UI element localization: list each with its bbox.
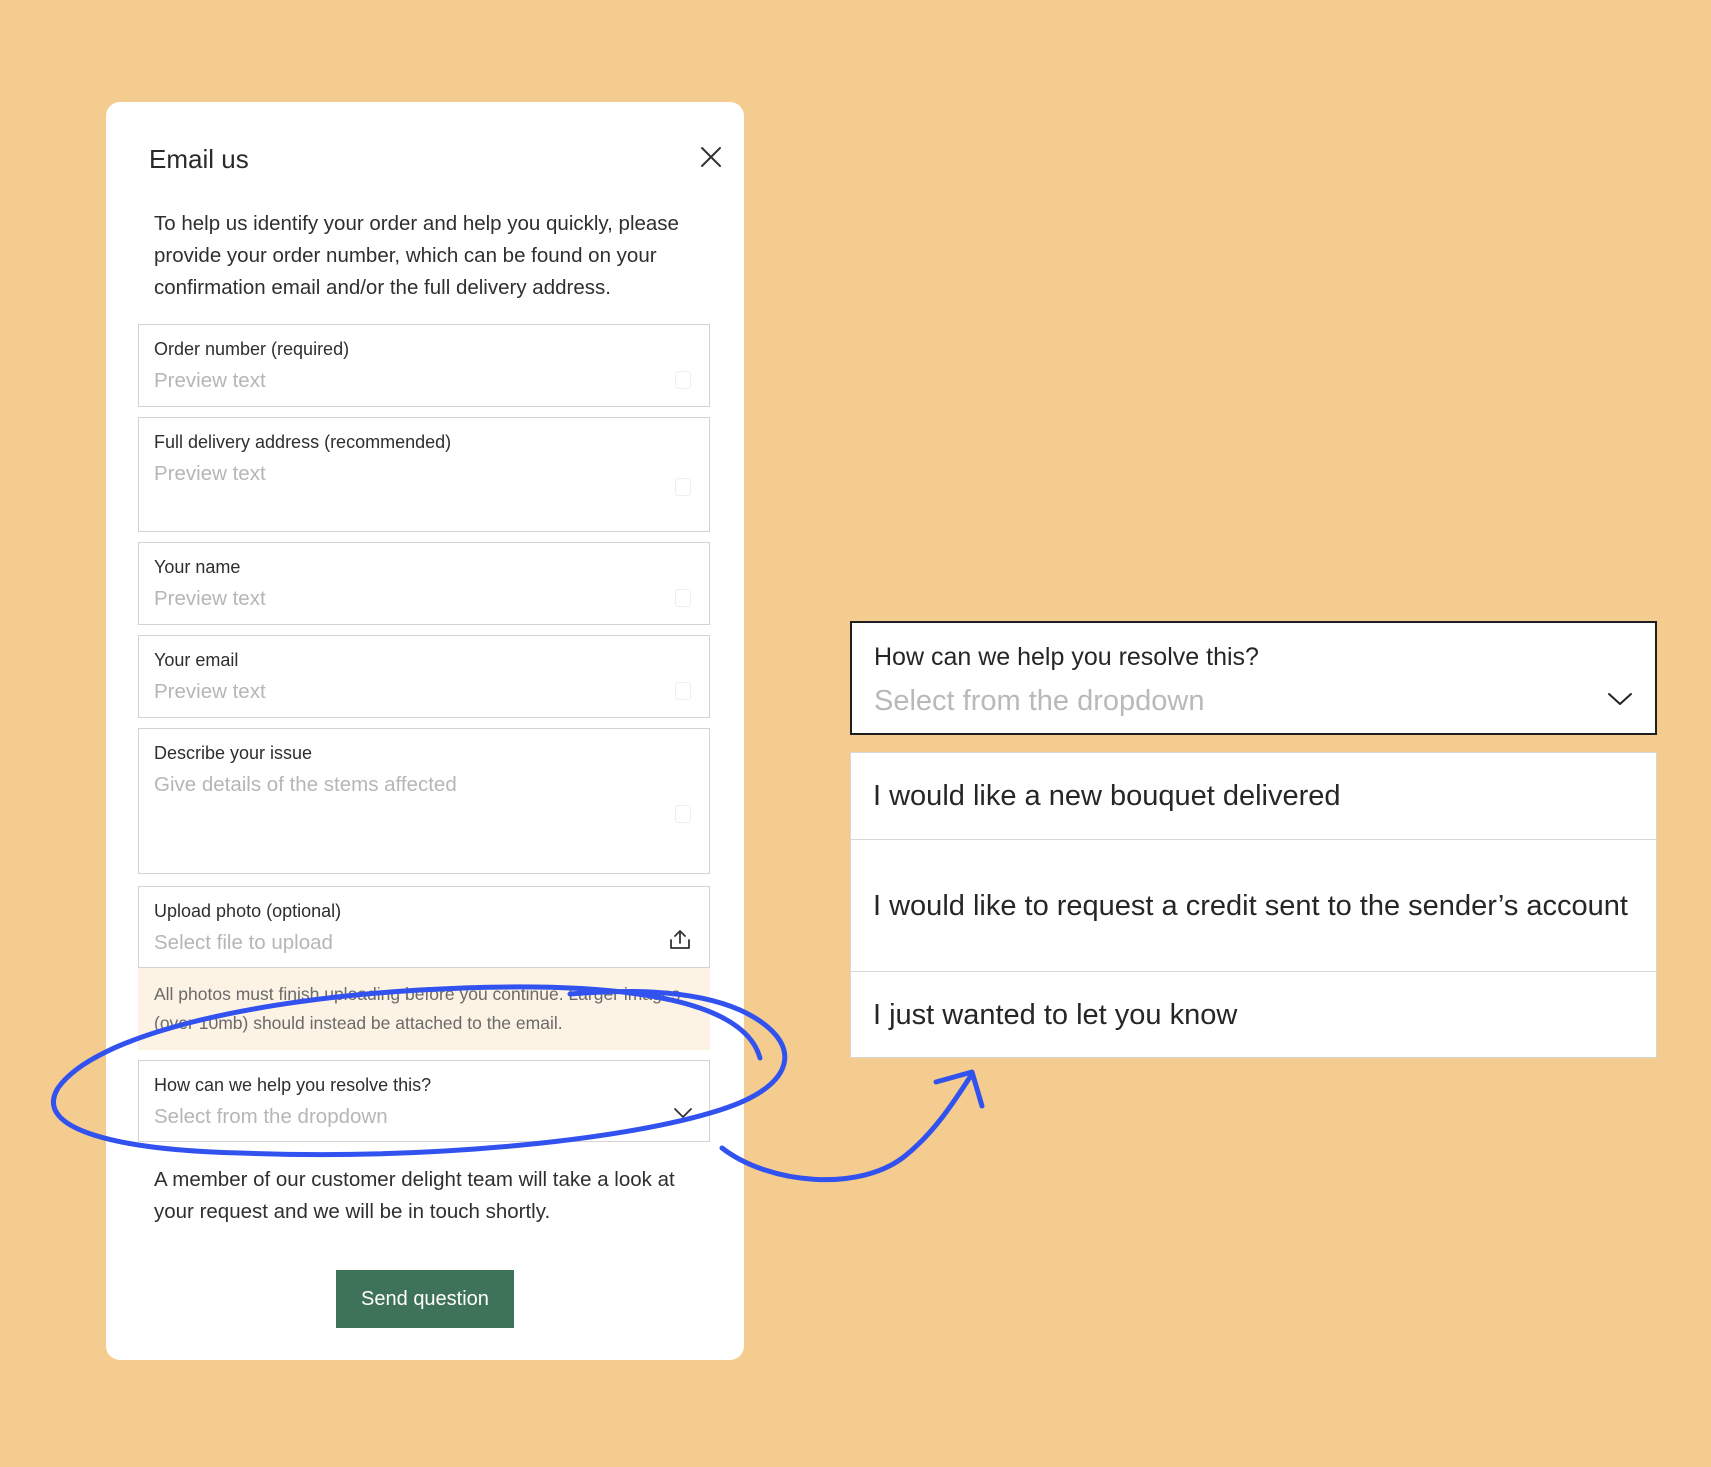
upload-placeholder: Select file to upload [154,931,333,954]
modal-title: Email us [149,144,249,174]
resolve-label: How can we help you resolve this? [154,1075,432,1095]
annotation-arrow [719,1071,975,1183]
close-icon [701,147,721,167]
dropdown-option-new-bouquet[interactable]: I would like a new bouquet delivered [851,753,1656,839]
upload-icon[interactable] [667,927,693,953]
upload-notice: All photos must finish uploading before … [138,968,710,1050]
chevron-down-icon [674,1108,692,1118]
autofill-icon [675,478,691,496]
dropdown-options-list: I would like a new bouquet delivered I w… [850,752,1657,1058]
expanded-resolve-select[interactable]: How can we help you resolve this? Select… [850,621,1657,735]
autofill-icon [675,371,691,389]
order-number-field[interactable]: Order number (required) Preview text [138,324,710,407]
upload-label: Upload photo (optional) [154,901,342,921]
delivery-address-label: Full delivery address (recommended) [154,432,452,452]
issue-placeholder: Give details of the stems affected [154,773,457,796]
autofill-icon [675,589,691,607]
send-question-button[interactable]: Send question [336,1270,514,1328]
order-number-label: Order number (required) [154,339,350,359]
annotation-arrowhead [933,1069,985,1109]
delivery-address-placeholder: Preview text [154,462,266,485]
footer-text: A member of our customer delight team wi… [154,1168,675,1223]
chevron-down-icon [1608,693,1632,705]
close-button[interactable] [696,142,726,172]
order-number-placeholder: Preview text [154,369,266,392]
resolve-placeholder: Select from the dropdown [154,1105,388,1128]
email-placeholder: Preview text [154,680,266,703]
upload-photo-field[interactable]: Upload photo (optional) Select file to u… [138,886,710,968]
resolve-select[interactable]: How can we help you resolve this? Select… [138,1060,710,1142]
autofill-icon [675,805,691,823]
dropdown-option-just-letting-know[interactable]: I just wanted to let you know [851,971,1656,1057]
email-us-modal: Email us To help us identify your order … [106,102,744,1360]
issue-label: Describe your issue [154,743,313,763]
email-label: Your email [154,650,239,670]
dropdown-option-request-credit[interactable]: I would like to request a credit sent to… [851,839,1656,971]
email-field[interactable]: Your email Preview text [138,635,710,718]
delivery-address-field[interactable]: Full delivery address (recommended) Prev… [138,417,710,532]
issue-textarea[interactable]: Describe your issue Give details of the … [138,728,710,874]
autofill-icon [675,682,691,700]
expanded-select-placeholder: Select from the dropdown [874,685,1205,717]
name-placeholder: Preview text [154,587,266,610]
name-label: Your name [154,557,241,577]
name-field[interactable]: Your name Preview text [138,542,710,625]
expanded-select-label: How can we help you resolve this? [874,643,1259,671]
intro-text: To help us identify your order and help … [154,212,679,299]
